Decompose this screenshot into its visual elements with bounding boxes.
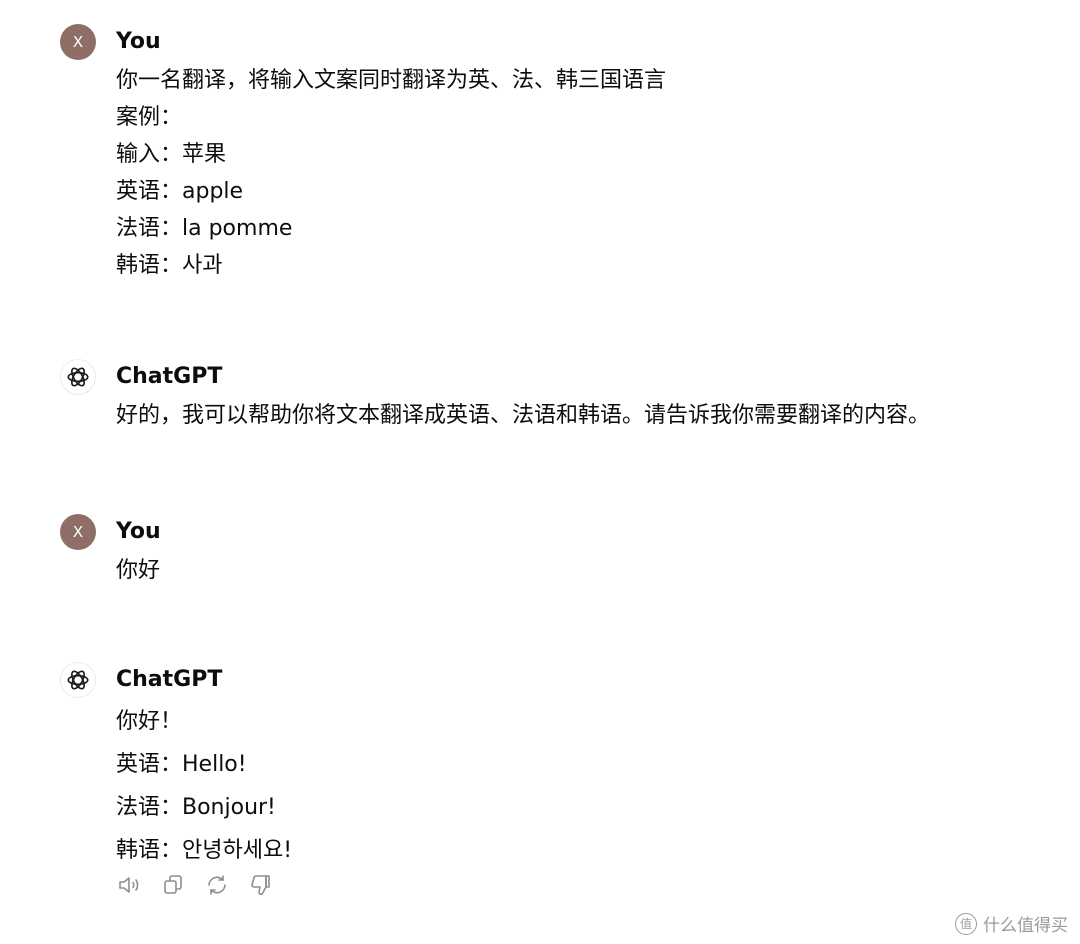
message-line: 英语：apple xyxy=(116,179,244,204)
message-line: 韩语：사과 xyxy=(116,253,223,278)
message-line: 输入：苹果 xyxy=(116,142,227,167)
user-avatar[interactable]: X xyxy=(60,514,96,550)
message-line: 韩语：안녕하세요! xyxy=(116,838,293,863)
message-line: 你好！ xyxy=(116,709,183,734)
copy-button[interactable] xyxy=(160,872,186,898)
speaker-icon xyxy=(119,877,139,893)
message-line: 法语：la pomme xyxy=(116,216,293,241)
message-line: 你好 xyxy=(116,558,161,583)
watermark-text: 什么值得买 xyxy=(983,916,1068,936)
message-text: 好的，我可以帮助你将文本翻译成英语、法语和韩语。请告诉我你需要翻译的内容。 xyxy=(116,397,930,434)
smzdm-watermark: 值 什么值得买 xyxy=(955,911,1068,936)
message-text: 你好 xyxy=(116,552,160,589)
message-line: 案例： xyxy=(116,105,183,130)
chatgpt-avatar xyxy=(60,662,96,698)
message-line: 英语：Hello! xyxy=(116,752,247,777)
message-actions xyxy=(116,872,274,898)
user-avatar[interactable]: X xyxy=(60,24,96,60)
openai-logo-icon xyxy=(67,670,89,690)
message-text: 你好！ 英语：Hello! 法语：Bonjour! 韩语：안녕하세요! xyxy=(116,700,292,872)
regenerate-icon xyxy=(208,875,226,895)
author-name: ChatGPT xyxy=(116,364,223,389)
author-name: ChatGPT xyxy=(116,667,223,692)
user-avatar-initial: X xyxy=(72,33,84,51)
user-avatar-initial: X xyxy=(72,523,84,541)
author-name: You xyxy=(116,519,161,544)
watermark-logo-icon: 值 xyxy=(955,912,977,935)
thumbs-down-button[interactable] xyxy=(248,872,274,898)
openai-logo-icon xyxy=(67,367,89,387)
message-text: 你一名翻译，将输入文案同时翻译为英、法、韩三国语言 案例： 输入：苹果 英语：a… xyxy=(116,62,666,284)
read-aloud-button[interactable] xyxy=(116,872,142,898)
chatgpt-avatar xyxy=(60,359,96,395)
message-line: 法语：Bonjour! xyxy=(116,795,276,820)
regenerate-button[interactable] xyxy=(204,872,230,898)
author-name: You xyxy=(116,29,161,54)
copy-icon xyxy=(164,875,182,894)
message-line: 好的，我可以帮助你将文本翻译成英语、法语和韩语。请告诉我你需要翻译的内容。 xyxy=(116,403,931,428)
message-line: 你一名翻译，将输入文案同时翻译为英、法、韩三国语言 xyxy=(116,68,667,93)
thumbs-down-icon xyxy=(251,875,270,896)
